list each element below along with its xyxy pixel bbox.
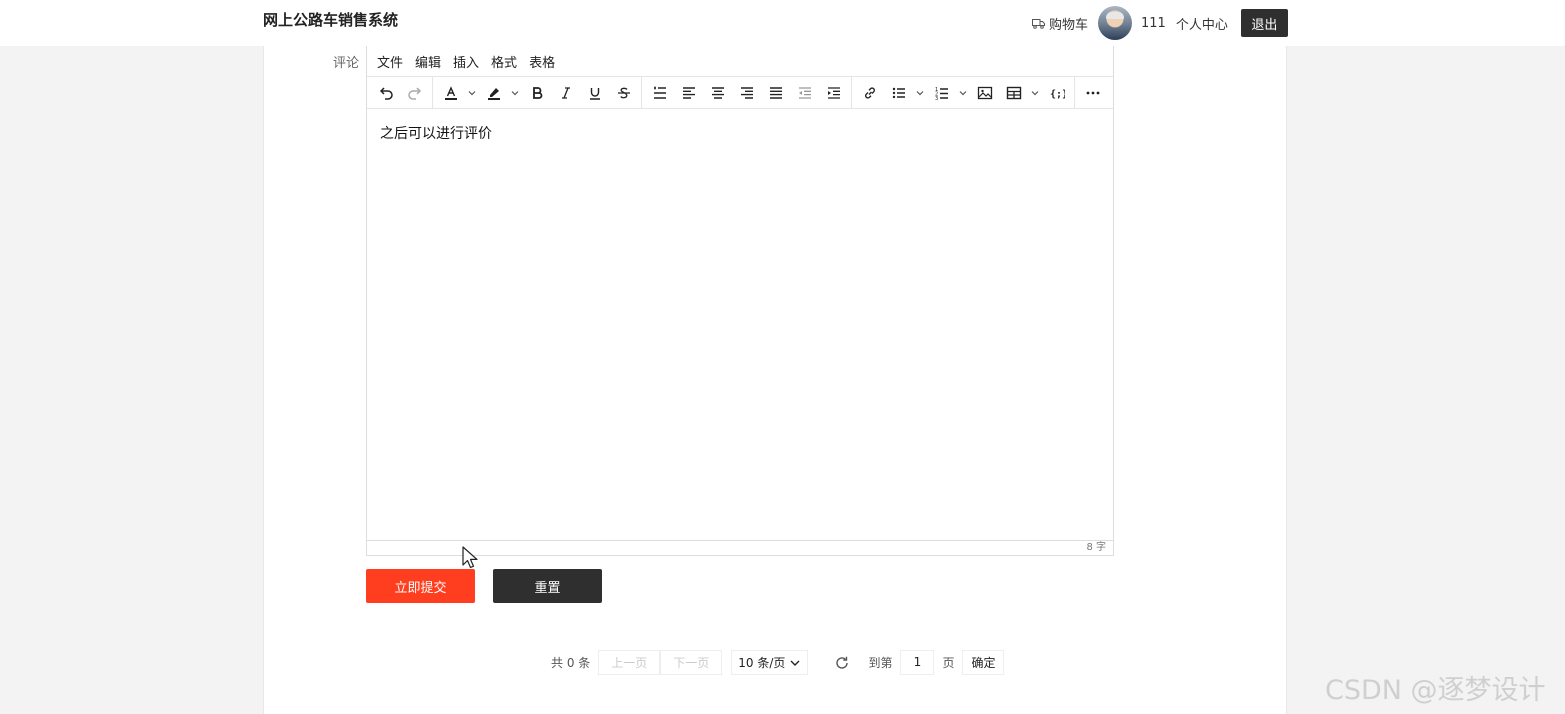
indent-icon[interactable] xyxy=(819,78,848,107)
page-size-select[interactable]: 10 条/页 xyxy=(731,650,809,675)
chevron-down-icon[interactable] xyxy=(465,78,479,107)
cart-link[interactable]: 购物车 xyxy=(1032,14,1088,33)
top-header: 网上公路车销售系统 购物车 111 个人中心 退出 xyxy=(0,0,1565,46)
chevron-down-icon[interactable] xyxy=(508,78,522,107)
chevron-down-icon xyxy=(790,660,800,666)
goto-suffix: 页 xyxy=(942,656,955,670)
redo-icon[interactable] xyxy=(400,78,429,107)
user-avatar[interactable] xyxy=(1098,6,1133,40)
svg-text:{;}: {;} xyxy=(1050,89,1065,100)
goto-prefix: 到第 xyxy=(868,656,893,670)
reset-button[interactable]: 重置 xyxy=(493,569,602,603)
bullet-list-icon[interactable] xyxy=(884,78,913,107)
editor-menubar: 文件 编辑 插入 格式 表格 xyxy=(367,46,1113,76)
rich-text-editor: 文件 编辑 插入 格式 表格 123 {;} xyxy=(366,46,1114,556)
text-color-icon[interactable] xyxy=(436,78,465,107)
editor-toolbar: 123 {;} xyxy=(367,76,1113,109)
undo-icon[interactable] xyxy=(371,78,400,107)
refresh-icon[interactable] xyxy=(834,655,850,671)
svg-text:3: 3 xyxy=(935,96,938,101)
toolbar-divider xyxy=(432,76,433,109)
image-icon[interactable] xyxy=(970,78,999,107)
menu-format[interactable]: 格式 xyxy=(491,52,517,71)
strikethrough-icon[interactable] xyxy=(609,78,638,107)
total-count: 共 0 条 xyxy=(551,656,591,670)
next-page-button[interactable]: 下一页 xyxy=(660,650,723,675)
menu-edit[interactable]: 编辑 xyxy=(415,52,441,71)
comment-label: 评论 xyxy=(333,56,360,71)
submit-button[interactable]: 立即提交 xyxy=(366,569,475,603)
link-icon[interactable] xyxy=(855,78,884,107)
italic-icon[interactable] xyxy=(551,78,580,107)
toolbar-divider xyxy=(641,76,642,109)
code-icon[interactable]: {;} xyxy=(1042,78,1071,107)
underline-icon[interactable] xyxy=(580,78,609,107)
goto-page-input[interactable]: 1 xyxy=(900,650,935,675)
editor-statusbar: 8 字 xyxy=(367,540,1113,555)
chevron-down-icon[interactable] xyxy=(1028,78,1042,107)
truck-icon xyxy=(1032,18,1045,29)
page-size-label: 10 条/页 xyxy=(738,656,786,670)
align-left-icon[interactable] xyxy=(674,78,703,107)
watermark: CSDN @逐梦设计 xyxy=(1325,675,1546,706)
highlight-color-icon[interactable] xyxy=(479,78,508,107)
pagination: 共 0 条 上一页 下一页 10 条/页 到第 1 页 确定 xyxy=(551,650,1005,675)
prev-page-button[interactable]: 上一页 xyxy=(598,650,661,675)
chevron-down-icon[interactable] xyxy=(913,78,927,107)
bold-icon[interactable] xyxy=(522,78,551,107)
toolbar-divider xyxy=(851,76,852,109)
table-icon[interactable] xyxy=(999,78,1028,107)
menu-table[interactable]: 表格 xyxy=(529,52,555,71)
goto-confirm-button[interactable]: 确定 xyxy=(962,650,1005,675)
align-right-icon[interactable] xyxy=(732,78,761,107)
mouse-cursor-icon xyxy=(462,546,478,569)
chevron-down-icon[interactable] xyxy=(956,78,970,107)
menu-file[interactable]: 文件 xyxy=(377,52,403,71)
username[interactable]: 111 xyxy=(1141,16,1166,31)
toolbar-divider xyxy=(1074,76,1075,109)
menu-insert[interactable]: 插入 xyxy=(453,52,479,71)
user-nav: 购物车 111 个人中心 退出 xyxy=(1032,4,1288,42)
numbered-list-icon[interactable]: 123 xyxy=(927,78,956,107)
align-justify-icon[interactable] xyxy=(761,78,790,107)
line-height-icon[interactable] xyxy=(645,78,674,107)
align-center-icon[interactable] xyxy=(703,78,732,107)
logout-button[interactable]: 退出 xyxy=(1240,9,1288,37)
outdent-icon[interactable] xyxy=(790,78,819,107)
more-icon[interactable] xyxy=(1078,78,1107,107)
site-brand[interactable]: 网上公路车销售系统 xyxy=(263,9,398,30)
cart-label: 购物车 xyxy=(1049,17,1089,33)
user-center-link[interactable]: 个人中心 xyxy=(1176,14,1228,33)
char-count: 8 字 xyxy=(1086,542,1106,553)
editor-content[interactable]: 之后可以进行评价 xyxy=(367,109,1113,538)
